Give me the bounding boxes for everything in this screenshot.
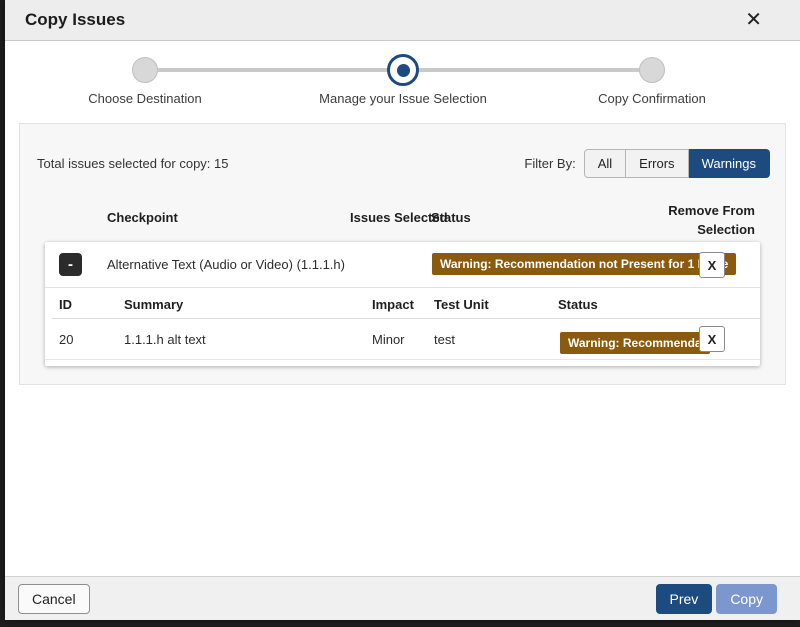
step-circle-copy-confirmation <box>639 57 665 83</box>
issue-impact: Minor <box>372 332 405 347</box>
column-header-summary: Summary <box>124 297 183 312</box>
column-header-issue-status: Status <box>558 297 598 312</box>
column-header-impact: Impact <box>372 297 414 312</box>
checkpoint-table-header: Checkpoint Issues Selected Status Remove… <box>20 202 785 242</box>
active-step-dot-icon <box>397 64 410 77</box>
filter-all-button[interactable]: All <box>584 149 626 178</box>
copy-button[interactable]: Copy <box>716 584 777 614</box>
group-warning-status-badge: Warning: Recommendation not Present for … <box>432 253 736 275</box>
total-issues-label: Total issues selected for copy: <box>37 156 210 171</box>
step-circle-choose-destination <box>132 57 158 83</box>
collapse-group-button[interactable]: - <box>59 253 82 276</box>
dialog-body-spacer <box>5 385 800 576</box>
issue-selection-panel: Total issues selected for copy: 15 Filte… <box>19 123 786 385</box>
filter-by-label: Filter By: <box>524 156 575 171</box>
column-header-remove-from-selection: Remove From Selection <box>660 202 755 240</box>
checkpoint-name: Alternative Text (Audio or Video) (1.1.1… <box>107 257 345 272</box>
step-circle-manage-selection-active <box>387 54 419 86</box>
panel-toolbar: Total issues selected for copy: 15 Filte… <box>20 124 785 178</box>
copy-issues-dialog: Copy Issues ✕ Choose Destination Manage … <box>5 0 800 620</box>
checkpoint-group-card: - Alternative Text (Audio or Video) (1.1… <box>45 242 760 366</box>
column-header-checkpoint: Checkpoint <box>107 210 178 225</box>
issue-id: 20 <box>59 332 73 347</box>
dialog-header: Copy Issues ✕ <box>5 0 800 41</box>
dialog-footer: Cancel Prev Copy <box>5 576 800 620</box>
checkpoint-group-row: - Alternative Text (Audio or Video) (1.1… <box>45 242 760 287</box>
total-issues-text: Total issues selected for copy: 15 <box>37 156 229 171</box>
card-bottom-padding <box>45 360 760 366</box>
issue-row: 20 1.1.1.h alt text Minor test Warning: … <box>45 319 760 360</box>
prev-button[interactable]: Prev <box>656 584 713 614</box>
filter-by-group: Filter By: All Errors Warnings <box>524 149 770 178</box>
issues-sub-table: ID Summary Impact Test Unit Status 20 1.… <box>45 287 760 366</box>
remove-issue-button[interactable]: X <box>699 326 725 352</box>
wizard-stepper: Choose Destination Manage your Issue Sel… <box>5 41 800 123</box>
issue-summary: 1.1.1.h alt text <box>124 332 206 347</box>
column-header-id: ID <box>59 297 72 312</box>
issues-table-header: ID Summary Impact Test Unit Status <box>45 288 760 318</box>
total-issues-value: 15 <box>214 156 228 171</box>
column-header-status: Status <box>431 210 471 225</box>
step-label-copy-confirmation: Copy Confirmation <box>537 91 767 106</box>
filter-errors-button[interactable]: Errors <box>626 149 688 178</box>
close-icon[interactable]: ✕ <box>739 8 768 32</box>
step-label-choose-destination: Choose Destination <box>30 91 260 106</box>
issue-test-unit: test <box>434 332 455 347</box>
dialog-title: Copy Issues <box>25 10 125 30</box>
filter-warnings-button[interactable]: Warnings <box>689 149 770 178</box>
step-label-manage-selection: Manage your Issue Selection <box>288 91 518 106</box>
filter-button-group: All Errors Warnings <box>584 149 770 178</box>
cancel-button[interactable]: Cancel <box>18 584 90 614</box>
column-header-test-unit: Test Unit <box>434 297 489 312</box>
remove-group-button[interactable]: X <box>699 252 725 278</box>
footer-action-buttons: Prev Copy <box>656 584 777 614</box>
issue-warning-status-badge: Warning: Recommendati… <box>560 332 710 354</box>
